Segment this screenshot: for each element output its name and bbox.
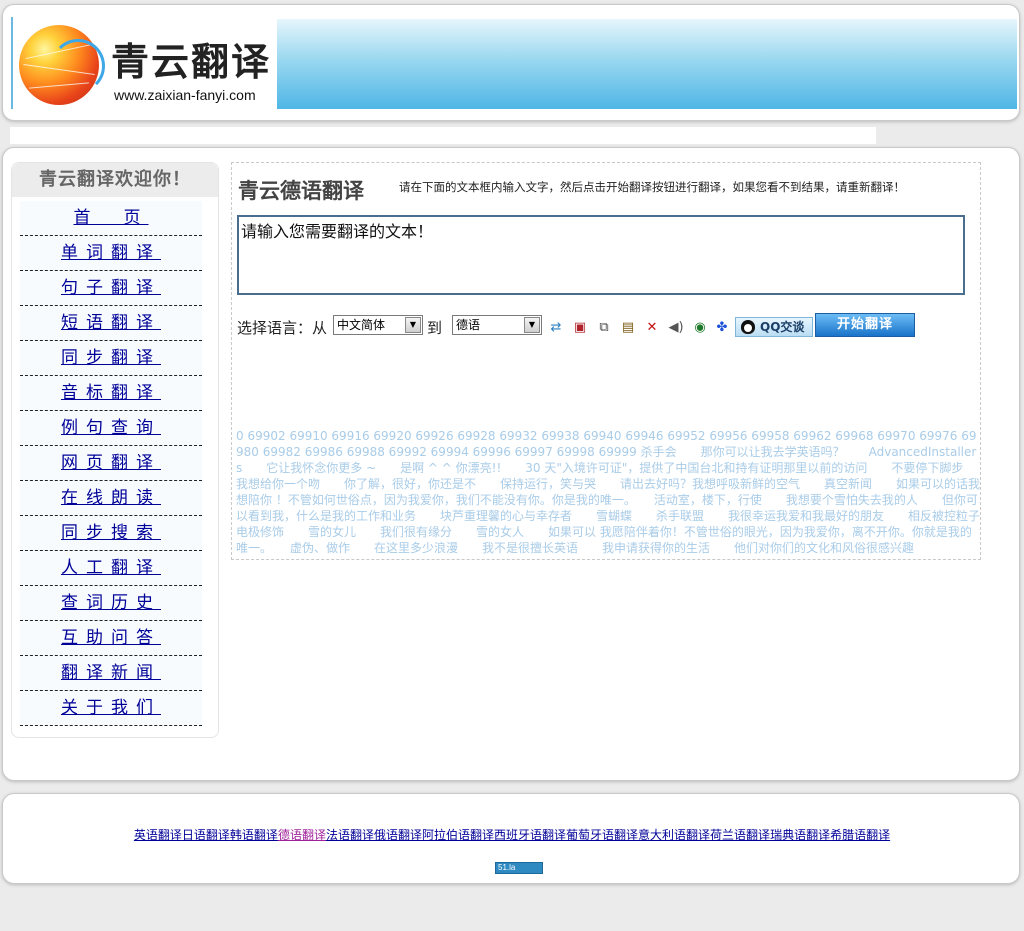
language-selector-row: 选择语言：从 中文简体 ▼ 到 德语 ▼ ⇄ ▣ ⧉ ▤ ✕ ◀) ◉ ✤ QQ…	[237, 313, 977, 337]
header-banner	[277, 19, 1017, 109]
logo-url: www.zaixian-fanyi.com	[114, 87, 256, 103]
footer-link-portuguese[interactable]: 葡萄牙语翻译	[566, 828, 638, 842]
nav-label[interactable]: 查词历史	[61, 593, 161, 613]
logo-divider	[11, 17, 13, 109]
nav-label[interactable]: 人工翻译	[61, 558, 161, 578]
nav-label[interactable]: 音标翻译	[61, 383, 161, 403]
baidu-paw-icon[interactable]: ✤	[713, 319, 731, 337]
stats-counter-badge[interactable]: 51.la	[495, 862, 543, 874]
nav-label[interactable]: 单词翻译	[61, 243, 161, 263]
site-logo[interactable]: 青云翻译 www.zaixian-fanyi.com	[11, 17, 273, 112]
clear-icon[interactable]: ✕	[643, 319, 661, 337]
footer-link-russian[interactable]: 俄语翻译	[374, 828, 422, 842]
qq-chat-button[interactable]: QQ交谈	[735, 317, 813, 337]
nav-about[interactable]: 关于我们	[20, 691, 202, 726]
source-text-input[interactable]: 请输入您需要翻译的文本！	[237, 215, 965, 295]
nav-home[interactable]: 首 页	[20, 201, 202, 236]
nav-label[interactable]: 互助问答	[61, 628, 161, 648]
dictionary-icon[interactable]: ▣	[571, 319, 589, 337]
nav-history[interactable]: 查词历史	[20, 586, 202, 621]
chevron-down-icon[interactable]: ▼	[524, 317, 540, 333]
keyword-list: 0 69902 69910 69916 69920 69926 69928 69…	[236, 429, 988, 555]
select-language-label: 选择语言：从	[237, 319, 328, 337]
logo-title: 青云翻译	[111, 39, 272, 84]
footer-link-swedish[interactable]: 瑞典语翻译	[770, 828, 830, 842]
to-language-select[interactable]: 德语 ▼	[452, 315, 542, 335]
nav-label[interactable]: 同步翻译	[61, 348, 161, 368]
swap-languages-icon[interactable]: ⇄	[547, 319, 565, 337]
copy-icon[interactable]: ⧉	[595, 319, 613, 337]
nav-human-translate[interactable]: 人工翻译	[20, 551, 202, 586]
speaker-icon[interactable]: ◀)	[667, 319, 685, 337]
main-panel: 青云翻译欢迎你！ 首 页 单词翻译 句子翻译 短语翻译 同步翻译 音标翻译 例句…	[2, 147, 1020, 781]
site-header: 青云翻译 www.zaixian-fanyi.com	[2, 4, 1020, 121]
nav-label[interactable]: 网页翻译	[61, 453, 161, 473]
footer-link-italian[interactable]: 意大利语翻译	[638, 828, 710, 842]
footer-link-arabic[interactable]: 阿拉伯语翻译	[422, 828, 494, 842]
globe-ring-icon	[51, 39, 105, 93]
qq-penguin-icon	[741, 320, 755, 334]
chevron-down-icon[interactable]: ▼	[405, 317, 421, 333]
page-title: 青云德语翻译	[238, 178, 364, 203]
nav-label[interactable]: 首 页	[74, 208, 149, 228]
nav-label[interactable]: 例句查询	[61, 418, 161, 438]
nav-sync-search[interactable]: 同步搜索	[20, 516, 202, 551]
sidebar: 青云翻译欢迎你！ 首 页 单词翻译 句子翻译 短语翻译 同步翻译 音标翻译 例句…	[11, 162, 219, 738]
nav-qa[interactable]: 互助问答	[20, 621, 202, 656]
sidebar-title: 青云翻译欢迎你！	[12, 163, 218, 197]
footer-link-korean[interactable]: 韩语翻译	[230, 828, 278, 842]
nav-phrase-translate[interactable]: 短语翻译	[20, 306, 202, 341]
footer-link-english[interactable]: 英语翻译	[134, 828, 182, 842]
nav-example-search[interactable]: 例句查询	[20, 411, 202, 446]
footer-link-greek[interactable]: 希腊语翻译	[830, 828, 890, 842]
qq-chat-label: QQ交谈	[760, 320, 805, 334]
footer-language-links: 英语翻译日语翻译韩语翻译德语翻译法语翻译俄语翻译阿拉伯语翻译西班牙语翻译葡萄牙语…	[3, 826, 1021, 843]
footer-link-japanese[interactable]: 日语翻译	[182, 828, 230, 842]
paste-icon[interactable]: ▤	[619, 319, 637, 337]
to-language-value: 德语	[456, 318, 481, 332]
nav-phonetic-translate[interactable]: 音标翻译	[20, 376, 202, 411]
nav-web-translate[interactable]: 网页翻译	[20, 446, 202, 481]
from-language-value: 中文简体	[337, 318, 386, 332]
nav-news[interactable]: 翻译新闻	[20, 656, 202, 691]
footer-link-french[interactable]: 法语翻译	[326, 828, 374, 842]
nav-label[interactable]: 短语翻译	[61, 313, 161, 333]
nav-read-aloud[interactable]: 在线朗读	[20, 481, 202, 516]
start-translate-button[interactable]: 开始翻译	[815, 313, 915, 337]
nav-label[interactable]: 在线朗读	[61, 488, 161, 508]
nav-sentence-translate[interactable]: 句子翻译	[20, 271, 202, 306]
search-icon[interactable]: ◉	[691, 319, 709, 337]
site-footer: 英语翻译日语翻译韩语翻译德语翻译法语翻译俄语翻译阿拉伯语翻译西班牙语翻译葡萄牙语…	[2, 793, 1020, 884]
footer-link-spanish[interactable]: 西班牙语翻译	[494, 828, 566, 842]
nav-label[interactable]: 句子翻译	[61, 278, 161, 298]
footer-link-dutch[interactable]: 荷兰语翻译	[710, 828, 770, 842]
instruction-text: 请在下面的文本框内输入文字，然后点击开始翻译按钮进行翻译，如果您看不到结果，请重…	[399, 180, 905, 194]
from-language-select[interactable]: 中文简体 ▼	[333, 315, 423, 335]
nav-label[interactable]: 关于我们	[61, 698, 161, 718]
nav-sync-translate[interactable]: 同步翻译	[20, 341, 202, 376]
header-strip	[10, 127, 876, 144]
nav-word-translate[interactable]: 单词翻译	[20, 236, 202, 271]
nav-label[interactable]: 翻译新闻	[61, 663, 161, 683]
footer-link-german[interactable]: 德语翻译	[278, 828, 326, 842]
to-label: 到	[427, 319, 443, 337]
nav-label[interactable]: 同步搜索	[61, 523, 161, 543]
translator-panel: 青云德语翻译 请在下面的文本框内输入文字，然后点击开始翻译按钮进行翻译，如果您看…	[231, 162, 988, 560]
